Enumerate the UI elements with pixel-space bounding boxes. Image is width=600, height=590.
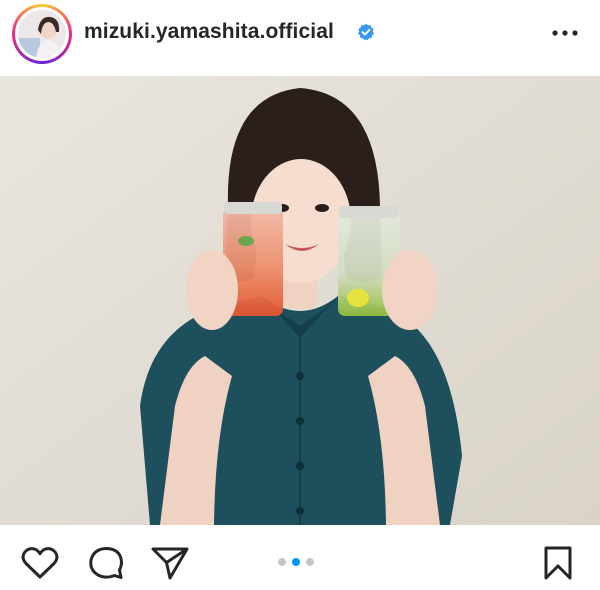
comment-icon[interactable]: [86, 545, 126, 581]
verified-badge-icon: [357, 23, 375, 41]
paper-plane-icon[interactable]: [150, 545, 190, 581]
post-header: mizuki.yamashita.official: [0, 0, 600, 76]
avatar-story-ring[interactable]: [12, 4, 72, 64]
carousel-dot-1: [278, 558, 286, 566]
carousel-indicator: [278, 558, 314, 566]
bookmark-icon[interactable]: [538, 545, 578, 581]
carousel-dot-3: [306, 558, 314, 566]
carousel-dot-2-active: [292, 558, 300, 566]
post-image: [0, 76, 600, 525]
avatar-image: [18, 10, 66, 58]
avatar[interactable]: [18, 10, 66, 58]
post-photo[interactable]: [0, 76, 600, 525]
avatar-inner: [15, 7, 69, 61]
username-link[interactable]: mizuki.yamashita.official: [84, 20, 334, 44]
more-options-icon[interactable]: [550, 24, 580, 42]
heart-icon[interactable]: [20, 545, 60, 581]
